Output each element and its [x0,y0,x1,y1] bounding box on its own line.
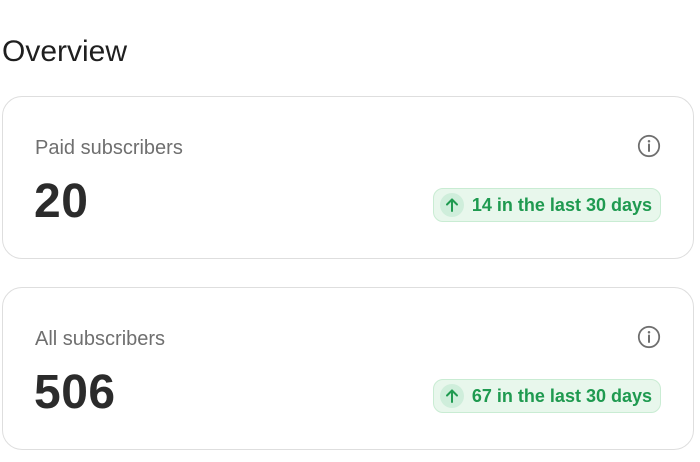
paid-subscribers-card: Paid subscribers 20 14 in the last 30 da… [2,96,694,259]
overview-page: Overview Paid subscribers 20 14 in the l… [0,0,700,462]
trend-badge: 67 in the last 30 days [432,379,661,413]
trend-text: 14 in the last 30 days [471,194,652,215]
card-value: 506 [34,366,116,419]
arrow-up-icon [439,193,464,217]
card-value: 20 [34,175,89,228]
trend-badge: 14 in the last 30 days [432,188,661,222]
info-icon[interactable] [637,134,661,158]
trend-text: 67 in the last 30 days [471,385,652,406]
card-label: Paid subscribers [35,137,183,159]
arrow-up-icon [439,384,464,408]
card-label: All subscribers [35,328,166,350]
info-icon[interactable] [637,325,661,349]
all-subscribers-card: All subscribers 506 67 in the last 30 da… [2,287,694,450]
section-title: Overview [2,35,128,68]
